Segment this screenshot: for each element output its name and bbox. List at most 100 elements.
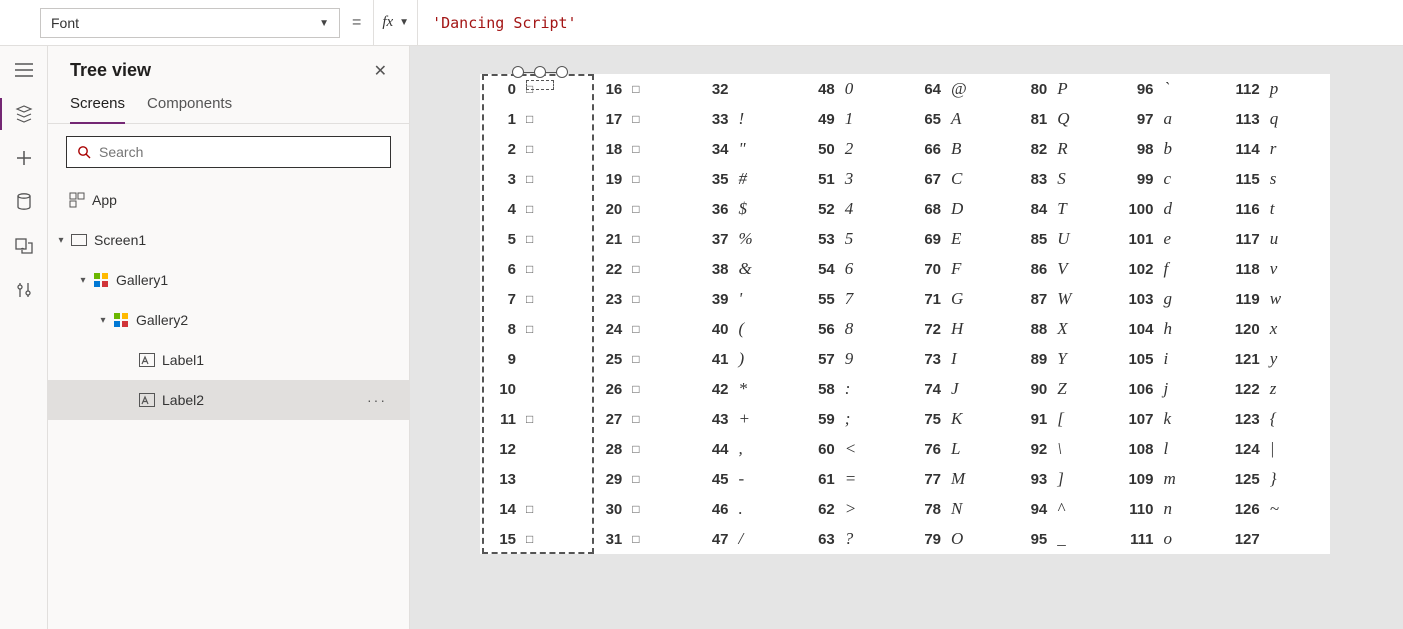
ascii-cell[interactable]: 126~	[1224, 494, 1330, 524]
tree-item-label1[interactable]: Label1	[48, 340, 409, 380]
ascii-cell[interactable]: 64@	[905, 74, 1011, 104]
ascii-cell[interactable]: 38&	[693, 254, 799, 284]
ascii-cell[interactable]: 90Z	[1011, 374, 1117, 404]
ascii-cell[interactable]: 579	[799, 344, 905, 374]
ascii-cell[interactable]: 546	[799, 254, 905, 284]
ascii-cell[interactable]: 25□	[586, 344, 692, 374]
tree-view-icon[interactable]	[14, 104, 34, 124]
ascii-cell[interactable]: 104h	[1118, 314, 1224, 344]
ascii-cell[interactable]: 14□	[480, 494, 586, 524]
ascii-cell[interactable]: 113q	[1224, 104, 1330, 134]
ascii-cell[interactable]: 96`	[1118, 74, 1224, 104]
ascii-cell[interactable]: 67C	[905, 164, 1011, 194]
tree-item-gallery1[interactable]: ▾ Gallery1	[48, 260, 409, 300]
ascii-cell[interactable]: 119w	[1224, 284, 1330, 314]
ascii-cell[interactable]: 84T	[1011, 194, 1117, 224]
ascii-cell[interactable]: 34"	[693, 134, 799, 164]
ascii-cell[interactable]: 100d	[1118, 194, 1224, 224]
ascii-cell[interactable]: 112p	[1224, 74, 1330, 104]
ascii-cell[interactable]: 20□	[586, 194, 692, 224]
ascii-cell[interactable]: 3□	[480, 164, 586, 194]
ascii-cell[interactable]: 95_	[1011, 524, 1117, 554]
ascii-cell[interactable]: 59;	[799, 404, 905, 434]
ascii-cell[interactable]: 44,	[693, 434, 799, 464]
ascii-cell[interactable]: 4□	[480, 194, 586, 224]
ascii-cell[interactable]: 46.	[693, 494, 799, 524]
ascii-cell[interactable]: 98b	[1118, 134, 1224, 164]
ascii-cell[interactable]: 33!	[693, 104, 799, 134]
ascii-cell[interactable]: 85U	[1011, 224, 1117, 254]
tab-screens[interactable]: Screens	[70, 89, 125, 124]
ascii-cell[interactable]: 118v	[1224, 254, 1330, 284]
tree-item-app[interactable]: App	[48, 180, 409, 220]
ascii-cell[interactable]: 106j	[1118, 374, 1224, 404]
ascii-cell[interactable]: 557	[799, 284, 905, 314]
ascii-cell[interactable]: 11□	[480, 404, 586, 434]
ascii-cell[interactable]: 40(	[693, 314, 799, 344]
ascii-cell[interactable]: 29□	[586, 464, 692, 494]
ascii-cell[interactable]: 72H	[905, 314, 1011, 344]
ascii-cell[interactable]: 35#	[693, 164, 799, 194]
ascii-cell[interactable]: 92\	[1011, 434, 1117, 464]
ascii-cell[interactable]: 76L	[905, 434, 1011, 464]
tab-components[interactable]: Components	[147, 89, 232, 123]
ascii-cell[interactable]: 31□	[586, 524, 692, 554]
ascii-cell[interactable]: 17□	[586, 104, 692, 134]
ascii-cell[interactable]: 89Y	[1011, 344, 1117, 374]
canvas-area[interactable]: 0□1□2□3□4□5□6□7□8□91011□121314□15□16□17□…	[410, 46, 1403, 629]
ascii-cell[interactable]: 120x	[1224, 314, 1330, 344]
tree-search[interactable]	[66, 136, 391, 168]
ascii-cell[interactable]: 568	[799, 314, 905, 344]
ascii-cell[interactable]: 105i	[1118, 344, 1224, 374]
ascii-cell[interactable]: 80P	[1011, 74, 1117, 104]
ascii-cell[interactable]: 123{	[1224, 404, 1330, 434]
close-icon[interactable]: ✕	[374, 61, 387, 81]
ascii-cell[interactable]: 127	[1224, 524, 1330, 554]
ascii-cell[interactable]: 41)	[693, 344, 799, 374]
ascii-cell[interactable]: 74J	[905, 374, 1011, 404]
ascii-cell[interactable]: 73I	[905, 344, 1011, 374]
fx-button[interactable]: fx ▼	[373, 0, 418, 45]
ascii-cell[interactable]: 81Q	[1011, 104, 1117, 134]
ascii-cell[interactable]: 16□	[586, 74, 692, 104]
insert-icon[interactable]	[14, 148, 34, 168]
search-input[interactable]	[99, 144, 380, 160]
ascii-cell[interactable]: 58:	[799, 374, 905, 404]
ascii-cell[interactable]: 101e	[1118, 224, 1224, 254]
ascii-cell[interactable]: 19□	[586, 164, 692, 194]
ascii-cell[interactable]: 65A	[905, 104, 1011, 134]
hamburger-icon[interactable]	[14, 60, 34, 80]
ascii-cell[interactable]: 502	[799, 134, 905, 164]
formula-input[interactable]: 'Dancing Script'	[418, 0, 1403, 45]
property-dropdown[interactable]: Font ▼	[40, 8, 340, 38]
ascii-cell[interactable]: 60<	[799, 434, 905, 464]
ascii-cell[interactable]: 61=	[799, 464, 905, 494]
canvas-screen[interactable]: 0□1□2□3□4□5□6□7□8□91011□121314□15□16□17□…	[480, 74, 1330, 554]
tree-item-gallery2[interactable]: ▾ Gallery2	[48, 300, 409, 340]
ascii-cell[interactable]: 26□	[586, 374, 692, 404]
ascii-cell[interactable]: 71G	[905, 284, 1011, 314]
ascii-cell[interactable]: 109m	[1118, 464, 1224, 494]
more-icon[interactable]: ···	[367, 392, 387, 408]
ascii-cell[interactable]: 124|	[1224, 434, 1330, 464]
ascii-cell[interactable]: 62>	[799, 494, 905, 524]
ascii-cell[interactable]: 122z	[1224, 374, 1330, 404]
ascii-cell[interactable]: 28□	[586, 434, 692, 464]
ascii-cell[interactable]: 107k	[1118, 404, 1224, 434]
ascii-cell[interactable]: 125}	[1224, 464, 1330, 494]
ascii-cell[interactable]: 0□	[480, 74, 586, 104]
ascii-cell[interactable]: 32	[693, 74, 799, 104]
ascii-cell[interactable]: 78N	[905, 494, 1011, 524]
ascii-cell[interactable]: 70F	[905, 254, 1011, 284]
ascii-cell[interactable]: 24□	[586, 314, 692, 344]
ascii-cell[interactable]: 108l	[1118, 434, 1224, 464]
ascii-cell[interactable]: 12	[480, 434, 586, 464]
ascii-cell[interactable]: 43+	[693, 404, 799, 434]
ascii-cell[interactable]: 75K	[905, 404, 1011, 434]
ascii-cell[interactable]: 88X	[1011, 314, 1117, 344]
ascii-cell[interactable]: 69E	[905, 224, 1011, 254]
ascii-cell[interactable]: 99c	[1118, 164, 1224, 194]
ascii-cell[interactable]: 68D	[905, 194, 1011, 224]
ascii-cell[interactable]: 36$	[693, 194, 799, 224]
ascii-cell[interactable]: 37%	[693, 224, 799, 254]
